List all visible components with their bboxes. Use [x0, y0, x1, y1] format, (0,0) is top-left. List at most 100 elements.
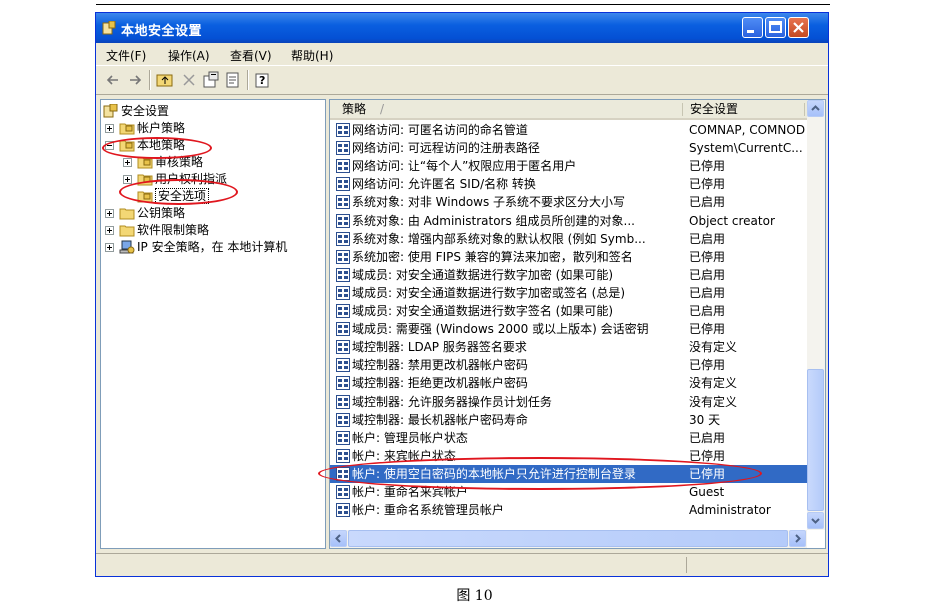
column-header-setting[interactable]: 安全设置: [690, 100, 738, 118]
policy-name: 系统对象: 由 Administrators 组成员所创建的对象...: [352, 213, 635, 228]
column-separator[interactable]: [682, 103, 683, 116]
policy-icon: [336, 285, 350, 300]
tree-label: 软件限制策略: [137, 223, 210, 237]
policy-icon: [336, 159, 350, 174]
toolbar-separator: [247, 70, 249, 90]
table-row[interactable]: 帐户: 重命名系统管理员帐户 Administrator: [330, 501, 807, 519]
security-setting-value: 已停用: [689, 249, 726, 264]
table-row[interactable]: 系统对象: 对非 Windows 子系统不要求区分大小写 已启用: [330, 193, 807, 211]
tree-label: 安全设置: [121, 104, 170, 118]
table-row[interactable]: 域成员: 需要强 (Windows 2000 或以上版本) 会话密钥 已停用: [330, 320, 807, 338]
scroll-left-button[interactable]: [330, 530, 347, 547]
minimize-icon: [747, 30, 754, 33]
scroll-right-button[interactable]: [789, 530, 806, 547]
security-setting-value: 没有定义: [689, 394, 738, 409]
scroll-thumb[interactable]: [348, 530, 788, 547]
table-row[interactable]: 域控制器: 最长机器帐户密码寿命 30 天: [330, 411, 807, 429]
security-setting-value: 没有定义: [689, 340, 738, 355]
table-row[interactable]: 域成员: 对安全通道数据进行数字加密或签名 (总是) 已启用: [330, 284, 807, 302]
export-icon[interactable]: [224, 71, 242, 89]
delete-icon[interactable]: [180, 71, 198, 89]
security-setting-value: 已启用: [689, 267, 726, 282]
security-setting-value: System\CurrentC...: [689, 141, 803, 156]
maximize-button[interactable]: [765, 17, 786, 38]
policy-name: 域控制器: 允许服务器操作员计划任务: [352, 394, 552, 409]
security-setting-value: 已启用: [689, 285, 726, 300]
svg-text:?: ?: [259, 74, 265, 87]
expand-plus-icon[interactable]: [105, 209, 114, 218]
status-separator: [686, 557, 687, 573]
minimize-button[interactable]: [742, 17, 763, 38]
scroll-thumb[interactable]: [807, 369, 824, 511]
menu-action[interactable]: 操作(A): [168, 47, 210, 64]
close-button[interactable]: [788, 17, 809, 38]
policy-name: 系统加密: 使用 FIPS 兼容的算法来加密，散列和签名: [352, 249, 633, 264]
table-row[interactable]: 网络访问: 可匿名访问的命名管道 COMNAP, COMNODE, ...: [330, 121, 807, 139]
table-row[interactable]: 域成员: 对安全通道数据进行数字签名 (如果可能) 已启用: [330, 302, 807, 320]
column-separator[interactable]: [804, 103, 805, 116]
security-setting-value: COMNAP, COMNODE, ...: [689, 123, 805, 137]
policy-icon: [336, 177, 350, 192]
table-row[interactable]: 域控制器: 允许服务器操作员计划任务 没有定义: [330, 393, 807, 411]
tree-label: IP 安全策略，在 本地计算机: [137, 240, 288, 254]
security-settings-icon: [103, 104, 118, 118]
table-row[interactable]: 网络访问: 可远程访问的注册表路径 System\CurrentC...: [330, 139, 807, 157]
policy-icon: [336, 123, 350, 137]
table-row[interactable]: 域成员: 对安全通道数据进行数字加密 (如果可能) 已启用: [330, 266, 807, 284]
security-setting-value: 已启用: [689, 430, 726, 445]
close-icon: [793, 22, 804, 33]
column-header-policy[interactable]: 策略 /: [342, 100, 384, 118]
expand-plus-icon[interactable]: [105, 226, 114, 235]
table-row[interactable]: 网络访问: 允许匿名 SID/名称 转换 已停用: [330, 175, 807, 193]
toolbar-separator: [149, 70, 151, 90]
policy-icon: [336, 430, 350, 445]
table-row[interactable]: 系统加密: 使用 FIPS 兼容的算法来加密，散列和签名 已停用: [330, 248, 807, 266]
tree-label: 公钥策略: [137, 206, 186, 220]
table-row[interactable]: 域控制器: LDAP 服务器签名要求 没有定义: [330, 338, 807, 356]
expand-plus-icon[interactable]: [105, 124, 114, 133]
up-folder-icon[interactable]: [156, 71, 174, 89]
policy-icon: [336, 141, 350, 156]
table-row[interactable]: 系统对象: 由 Administrators 组成员所创建的对象... Objec…: [330, 212, 807, 230]
policy-icon: [336, 195, 350, 210]
security-setting-value: 已停用: [689, 358, 726, 373]
policy-name: 域控制器: 禁用更改机器帐户密码: [352, 358, 528, 373]
policy-icon: [336, 340, 350, 355]
policy-icon: [336, 249, 350, 264]
expand-plus-icon[interactable]: [105, 243, 114, 252]
security-setting-value: 已停用: [689, 322, 726, 337]
menu-view[interactable]: 查看(V): [230, 47, 272, 64]
folder-icon: [119, 225, 135, 237]
table-row[interactable]: 域控制器: 禁用更改机器帐户密码 已停用: [330, 356, 807, 374]
list-header: 策略 / 安全设置: [330, 100, 807, 120]
local-security-settings-window: 本地安全设置 文件(F) 操作(A) 查看(V) 帮助(H) ? 安全设置 帐户…: [95, 12, 829, 577]
horizontal-scrollbar[interactable]: [330, 530, 807, 548]
table-row[interactable]: 域控制器: 拒绝更改机器帐户密码 没有定义: [330, 374, 807, 392]
policy-icon: [336, 231, 350, 246]
security-setting-value: 已停用: [689, 177, 726, 192]
chevron-left-icon: [335, 534, 341, 543]
chevron-down-icon: [811, 518, 820, 524]
expand-plus-icon[interactable]: [123, 158, 132, 167]
vertical-scrollbar[interactable]: [807, 100, 825, 530]
policy-name: 网络访问: 允许匿名 SID/名称 转换: [352, 177, 536, 192]
policy-name: 网络访问: 可远程访问的注册表路径: [352, 141, 540, 156]
annotation-circle-security-options: [119, 179, 238, 205]
table-row[interactable]: 帐户: 管理员帐户状态 已启用: [330, 429, 807, 447]
expand-plus-icon[interactable]: [123, 175, 132, 184]
forward-icon[interactable]: [126, 71, 144, 89]
table-row[interactable]: 系统对象: 增强内部系统对象的默认权限 (例如 Symb... 已启用: [330, 230, 807, 248]
policy-icon: [336, 485, 350, 499]
properties-icon[interactable]: [202, 71, 220, 89]
table-row[interactable]: 网络访问: 让“每个人”权限应用于匿名用户 已停用: [330, 157, 807, 175]
scroll-up-button[interactable]: [807, 100, 824, 117]
menu-file[interactable]: 文件(F): [106, 47, 146, 64]
policy-name: 系统对象: 对非 Windows 子系统不要求区分大小写: [352, 195, 626, 210]
policy-icon: [336, 358, 350, 373]
scroll-down-button[interactable]: [807, 512, 824, 529]
help-icon[interactable]: ?: [254, 71, 272, 89]
ip-security-icon: [119, 240, 135, 254]
menu-help[interactable]: 帮助(H): [291, 47, 333, 64]
title-bar[interactable]: 本地安全设置: [96, 13, 828, 43]
back-icon[interactable]: [104, 71, 122, 89]
